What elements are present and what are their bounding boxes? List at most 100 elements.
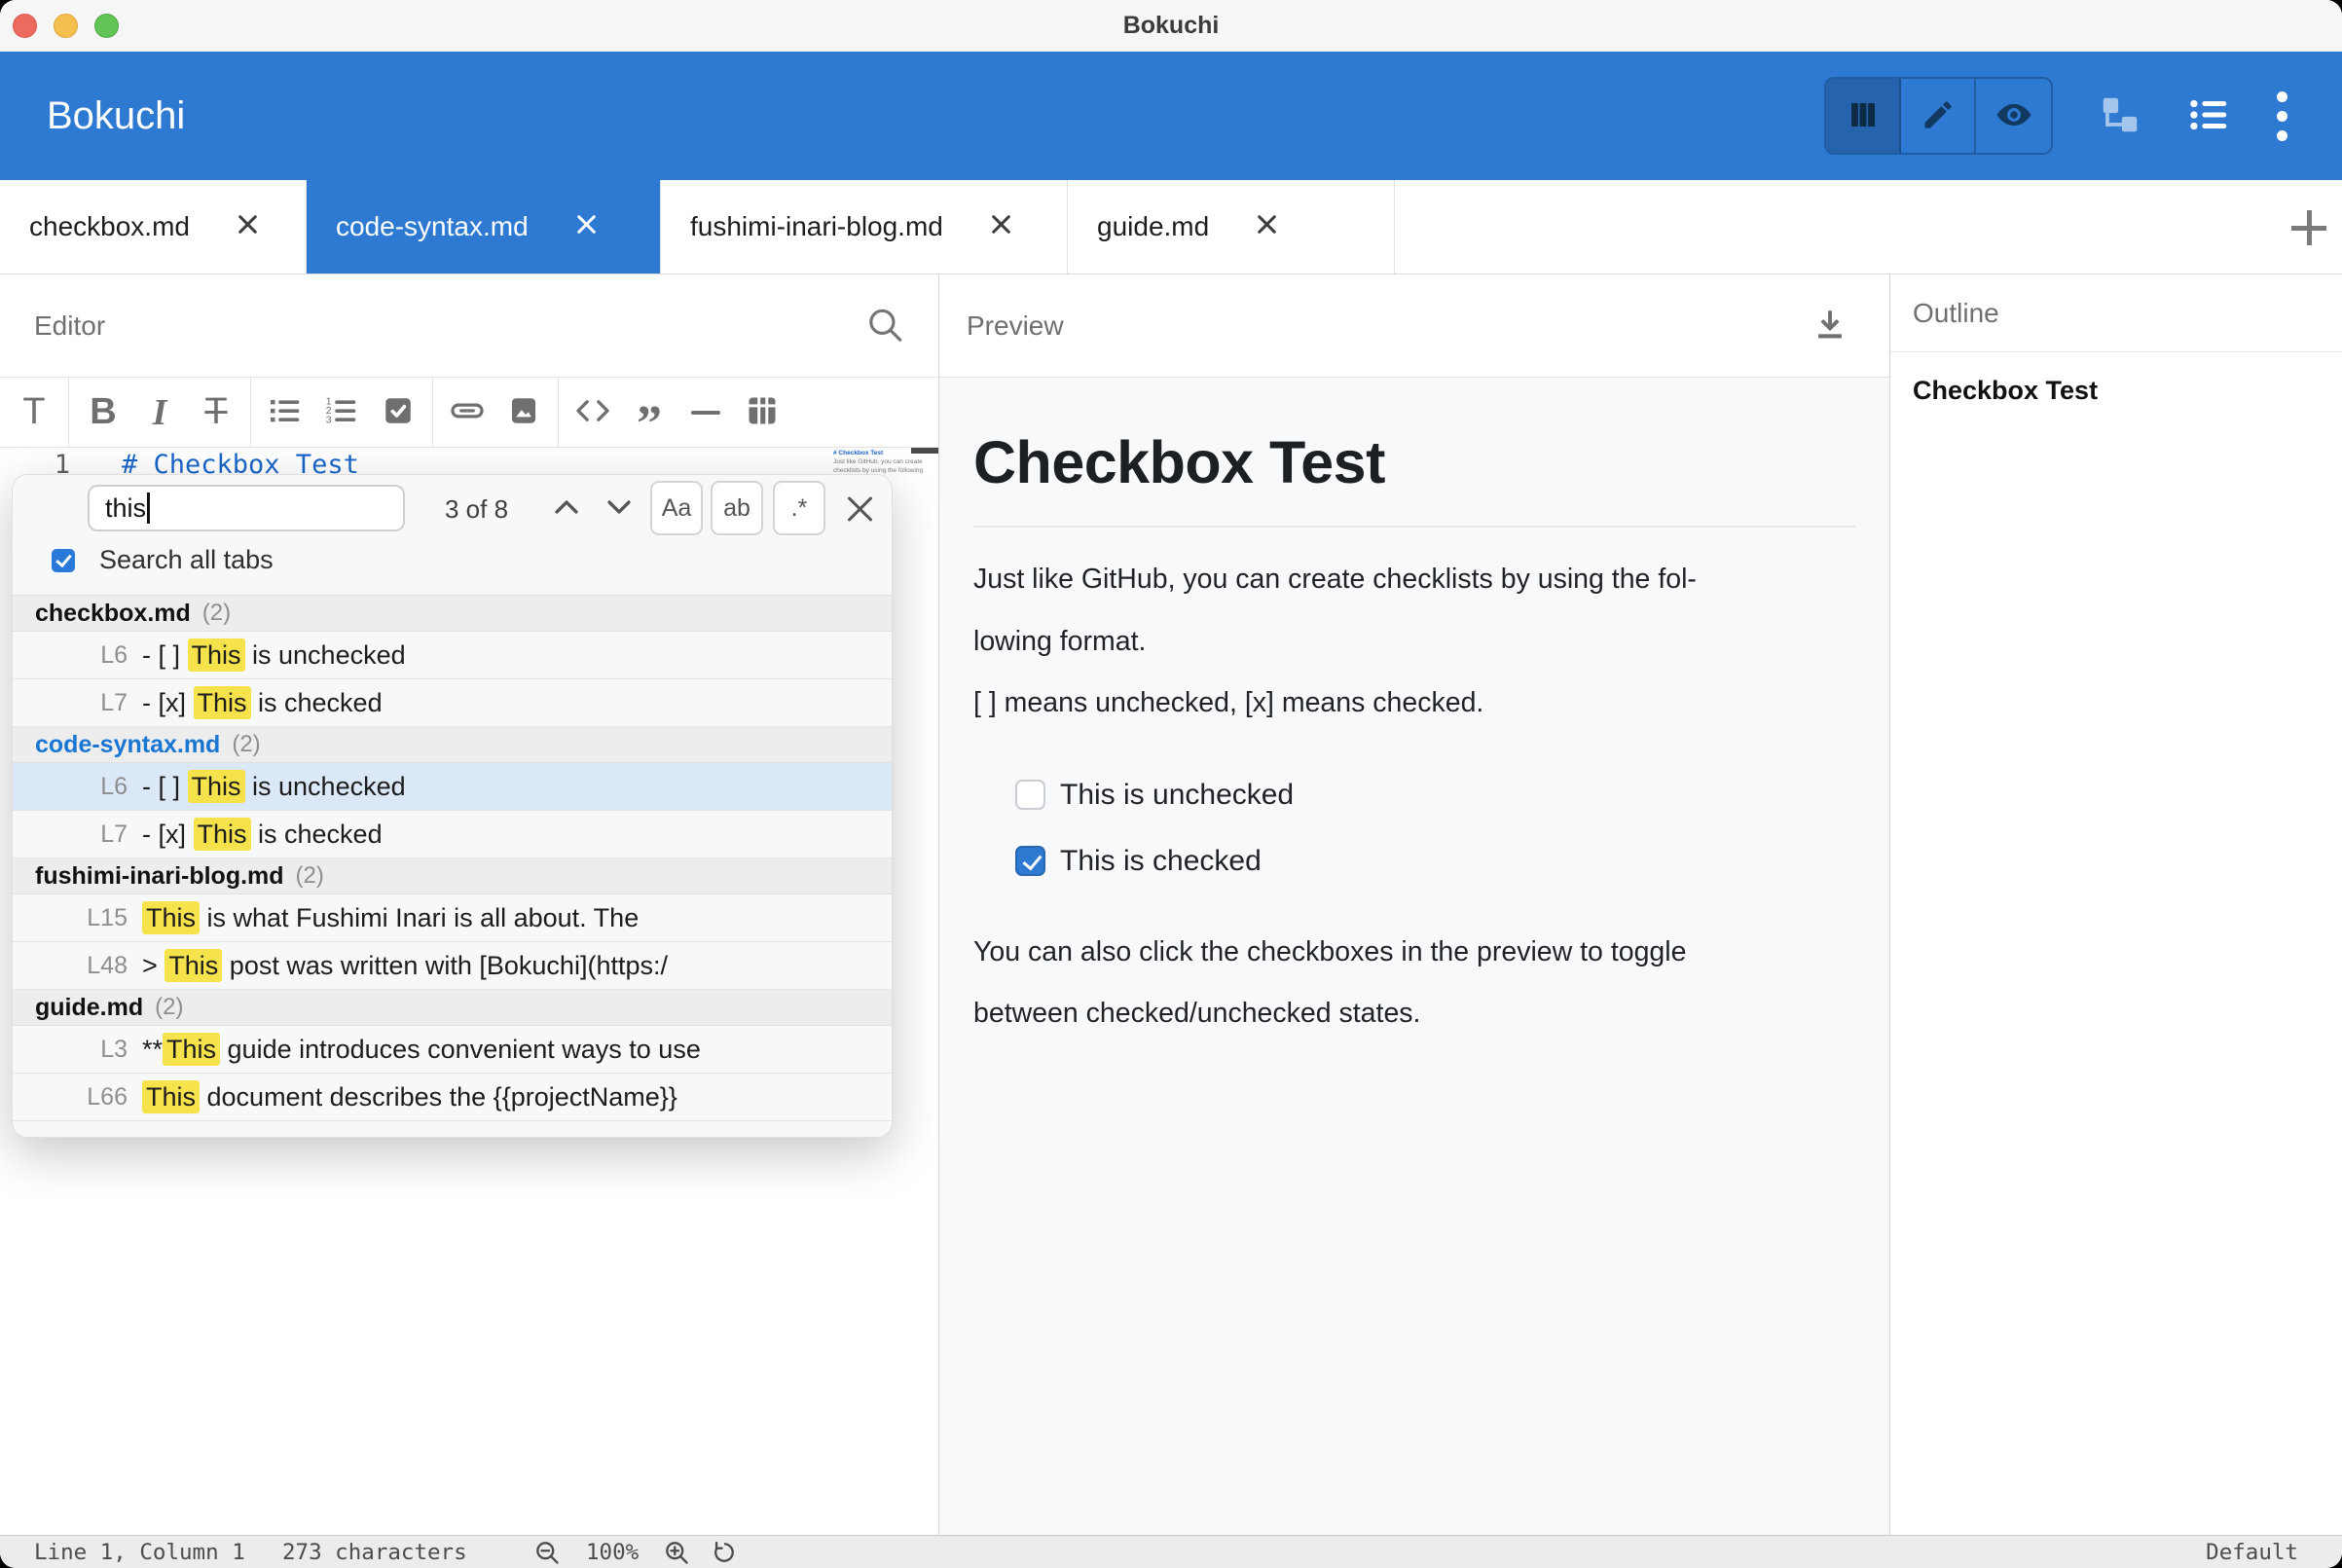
kebab-menu-icon	[2277, 91, 2287, 141]
checkbox-icon	[382, 394, 415, 430]
pencil-icon	[1921, 97, 1956, 135]
close-tab-button[interactable]	[234, 210, 261, 244]
tab-code-syntax-md[interactable]: code-syntax.md	[307, 180, 661, 273]
search-result-row[interactable]: L48 > This post was written with [Bokuch…	[13, 942, 892, 990]
result-text: This is what Fushimi Inari is all about.…	[142, 903, 639, 933]
search-result-row[interactable]: L15 This is what Fushimi Inari is all ab…	[13, 894, 892, 942]
search-result-row[interactable]: L66 This document describes the {{projec…	[13, 1074, 892, 1121]
editor-view-button[interactable]	[1901, 79, 1976, 153]
zoom-out-button[interactable]	[533, 1539, 561, 1568]
titlebar: Bokuchi	[0, 0, 2342, 52]
link-button[interactable]	[439, 384, 495, 441]
minimap-slider[interactable]	[911, 448, 938, 454]
preview-view-button[interactable]	[1976, 79, 2051, 153]
app-window: Bokuchi Bokuchi	[0, 0, 2342, 1568]
blockquote-button[interactable]: ”	[621, 384, 677, 441]
window-title: Bokuchi	[0, 0, 2342, 52]
app-header: Bokuchi	[0, 52, 2342, 180]
result-group-header: checkbox.md (2)	[13, 596, 892, 632]
tab-bar: checkbox.md code-syntax.md fushimi-inari…	[0, 180, 2342, 274]
result-text: - [ ] This is unchecked	[142, 772, 406, 802]
checked-checkbox[interactable]	[1015, 846, 1045, 876]
overflow-menu-button[interactable]	[2277, 91, 2287, 141]
file-tree-button[interactable]	[2098, 92, 2142, 140]
close-icon	[572, 210, 600, 237]
tab-label: checkbox.md	[29, 211, 190, 242]
search-result-row[interactable]: L3 **This guide introduces convenient wa…	[13, 1026, 892, 1074]
next-match-button[interactable]	[603, 491, 636, 524]
outline-pane-title: Outline	[1913, 298, 1999, 329]
export-download-button[interactable]	[1806, 305, 1854, 346]
code-button[interactable]	[565, 384, 621, 441]
result-text: This document describes the {{projectNam…	[142, 1082, 677, 1112]
zoom-in-icon	[663, 1554, 690, 1568]
zoom-in-button[interactable]	[663, 1539, 690, 1568]
zoom-out-icon	[533, 1554, 561, 1568]
regex-button[interactable]: .*	[773, 481, 825, 535]
result-file-name: checkbox.md	[35, 600, 191, 628]
outline-pane: Outline Checkbox Test	[1890, 274, 2342, 1536]
preview-paragraph-2: You can also click the checkboxes in the…	[973, 922, 1855, 1045]
strikethrough-button[interactable]: T	[188, 384, 244, 441]
outline-pane-header: Outline	[1890, 274, 2342, 352]
editor-toolbar: T B I T 123	[0, 378, 938, 448]
text-caret	[147, 492, 150, 524]
checkbox-button[interactable]	[370, 384, 426, 441]
close-search-button[interactable]	[840, 489, 879, 530]
chevron-down-icon	[603, 512, 636, 527]
search-result-row-selected[interactable]: L6 - [ ] This is unchecked	[13, 763, 892, 811]
editor-search-button[interactable]	[859, 303, 911, 348]
close-tab-button[interactable]	[987, 210, 1014, 244]
image-button[interactable]	[495, 384, 552, 441]
unchecked-checkbox[interactable]	[1015, 780, 1045, 810]
outline-toggle-button[interactable]	[2187, 92, 2232, 140]
bold-button[interactable]: B	[75, 384, 131, 441]
profile-selector[interactable]: Default	[2206, 1540, 2298, 1565]
search-input[interactable]: this	[88, 485, 405, 531]
tab-guide-md[interactable]: guide.md	[1068, 180, 1395, 273]
result-count: (2)	[296, 862, 324, 890]
search-controls: this 3 of 8 Aa ab .* Search all tabs	[13, 475, 892, 596]
close-tab-button[interactable]	[572, 210, 600, 244]
checked-checkbox[interactable]	[52, 549, 75, 572]
tab-label: code-syntax.md	[336, 211, 529, 242]
search-results: checkbox.md (2) L6 - [ ] This is uncheck…	[13, 596, 892, 1137]
reset-icon	[711, 1554, 738, 1568]
tab-checkbox-md[interactable]: checkbox.md	[0, 180, 307, 273]
checklist-item: This is unchecked	[1015, 762, 1855, 828]
zoom-reset-button[interactable]	[711, 1539, 738, 1568]
result-line-number: L6	[13, 641, 128, 670]
search-result-row[interactable]: L7 - [x] This is checked	[13, 811, 892, 858]
match-highlight: This	[194, 686, 251, 719]
split-view-button[interactable]	[1826, 79, 1901, 153]
outline-item[interactable]: Checkbox Test	[1913, 376, 2342, 406]
italic-button[interactable]: I	[131, 384, 188, 441]
horizontal-rule-button[interactable]	[677, 384, 734, 441]
match-case-button[interactable]: Aa	[650, 481, 703, 535]
search-query: this	[105, 493, 146, 524]
editor-pane-header: Editor	[0, 274, 938, 378]
numbered-list-button[interactable]: 123	[313, 384, 370, 441]
match-highlight: This	[142, 901, 200, 934]
status-bar: Line 1, Column 1 273 characters 100% Def…	[0, 1535, 2342, 1568]
tab-fushimi-inari-blog-md[interactable]: fushimi-inari-blog.md	[661, 180, 1068, 273]
strikethrough-icon: T	[204, 391, 227, 433]
search-result-row[interactable]: L7 - [x] This is checked	[13, 679, 892, 727]
close-tab-button[interactable]	[1253, 210, 1280, 244]
match-highlight: This	[188, 770, 245, 803]
new-tab-button[interactable]	[2282, 205, 2324, 248]
table-button[interactable]	[734, 384, 790, 441]
plus-icon	[2287, 206, 2330, 249]
close-icon	[987, 210, 1014, 237]
bullet-list-button[interactable]	[257, 384, 313, 441]
heading-button[interactable]: T	[6, 384, 62, 441]
previous-match-button[interactable]	[550, 491, 583, 524]
code-icon	[573, 391, 612, 433]
result-line-number: L48	[13, 952, 128, 980]
cursor-position: Line 1, Column 1	[34, 1540, 245, 1565]
search-result-row[interactable]: L6 - [ ] This is unchecked	[13, 632, 892, 679]
minimap-line: Just like GitHub, you can create	[833, 457, 934, 466]
whole-word-button[interactable]: ab	[711, 481, 763, 535]
eye-icon	[1995, 96, 2032, 136]
search-all-tabs-toggle[interactable]: Search all tabs	[52, 545, 274, 575]
